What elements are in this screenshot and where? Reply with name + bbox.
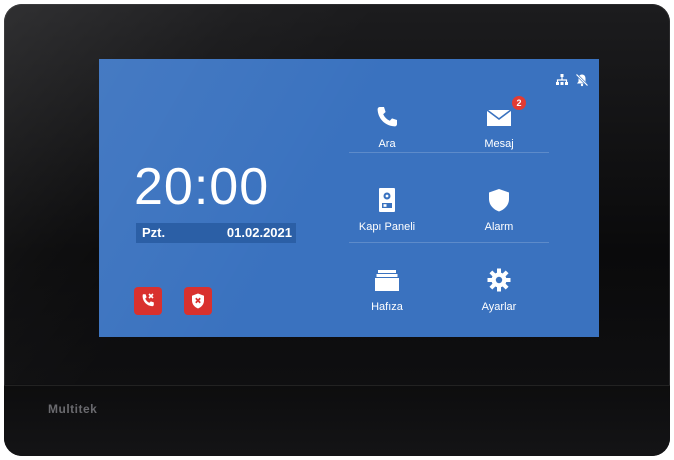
gear-icon: [487, 268, 511, 292]
phone-icon: [377, 107, 397, 127]
call-tile[interactable]: Ara: [340, 94, 434, 164]
call-label: Ara: [378, 138, 396, 150]
alarm-off-icon: [192, 293, 204, 309]
door-panel-icon: [379, 188, 395, 212]
date-label: 01.02.2021: [226, 225, 292, 240]
memory-tile[interactable]: Hafıza: [340, 257, 434, 327]
bell-muted-icon: [575, 73, 589, 87]
touch-screen: 20:00 Pzt. 01.02.2021 Ara 2 Mesaj Kapı P…: [99, 59, 599, 337]
alarm-tile[interactable]: Alarm: [452, 177, 546, 247]
clock-time: 20:00: [134, 158, 270, 216]
system-status-icons: [555, 73, 589, 87]
archive-icon: [375, 270, 399, 291]
alarm-label: Alarm: [484, 221, 514, 233]
memory-label: Hafıza: [371, 301, 403, 313]
intercom-device: 20:00 Pzt. 01.02.2021 Ara 2 Mesaj Kapı P…: [4, 4, 670, 456]
shield-icon: [489, 189, 509, 212]
door-panel-tile[interactable]: Kapı Paneli: [340, 177, 434, 247]
message-tile[interactable]: 2 Mesaj: [452, 94, 546, 164]
brand-logo: Multitek: [48, 402, 98, 416]
alarm-off-button[interactable]: [184, 287, 212, 315]
message-count-badge: 2: [512, 96, 526, 110]
call-forward-off-icon: [142, 293, 154, 307]
device-bottom-bar: [4, 385, 670, 456]
network-icon: [556, 74, 568, 85]
message-label: Mesaj: [484, 138, 514, 150]
weekday-label: Pzt.: [142, 225, 166, 240]
mail-icon: [486, 109, 512, 126]
settings-label: Ayarlar: [481, 301, 517, 313]
date-row: Pzt. 01.02.2021: [136, 223, 296, 243]
door-panel-label: Kapı Paneli: [358, 221, 416, 233]
settings-tile[interactable]: Ayarlar: [452, 257, 546, 327]
call-forward-off-button[interactable]: [134, 287, 162, 315]
